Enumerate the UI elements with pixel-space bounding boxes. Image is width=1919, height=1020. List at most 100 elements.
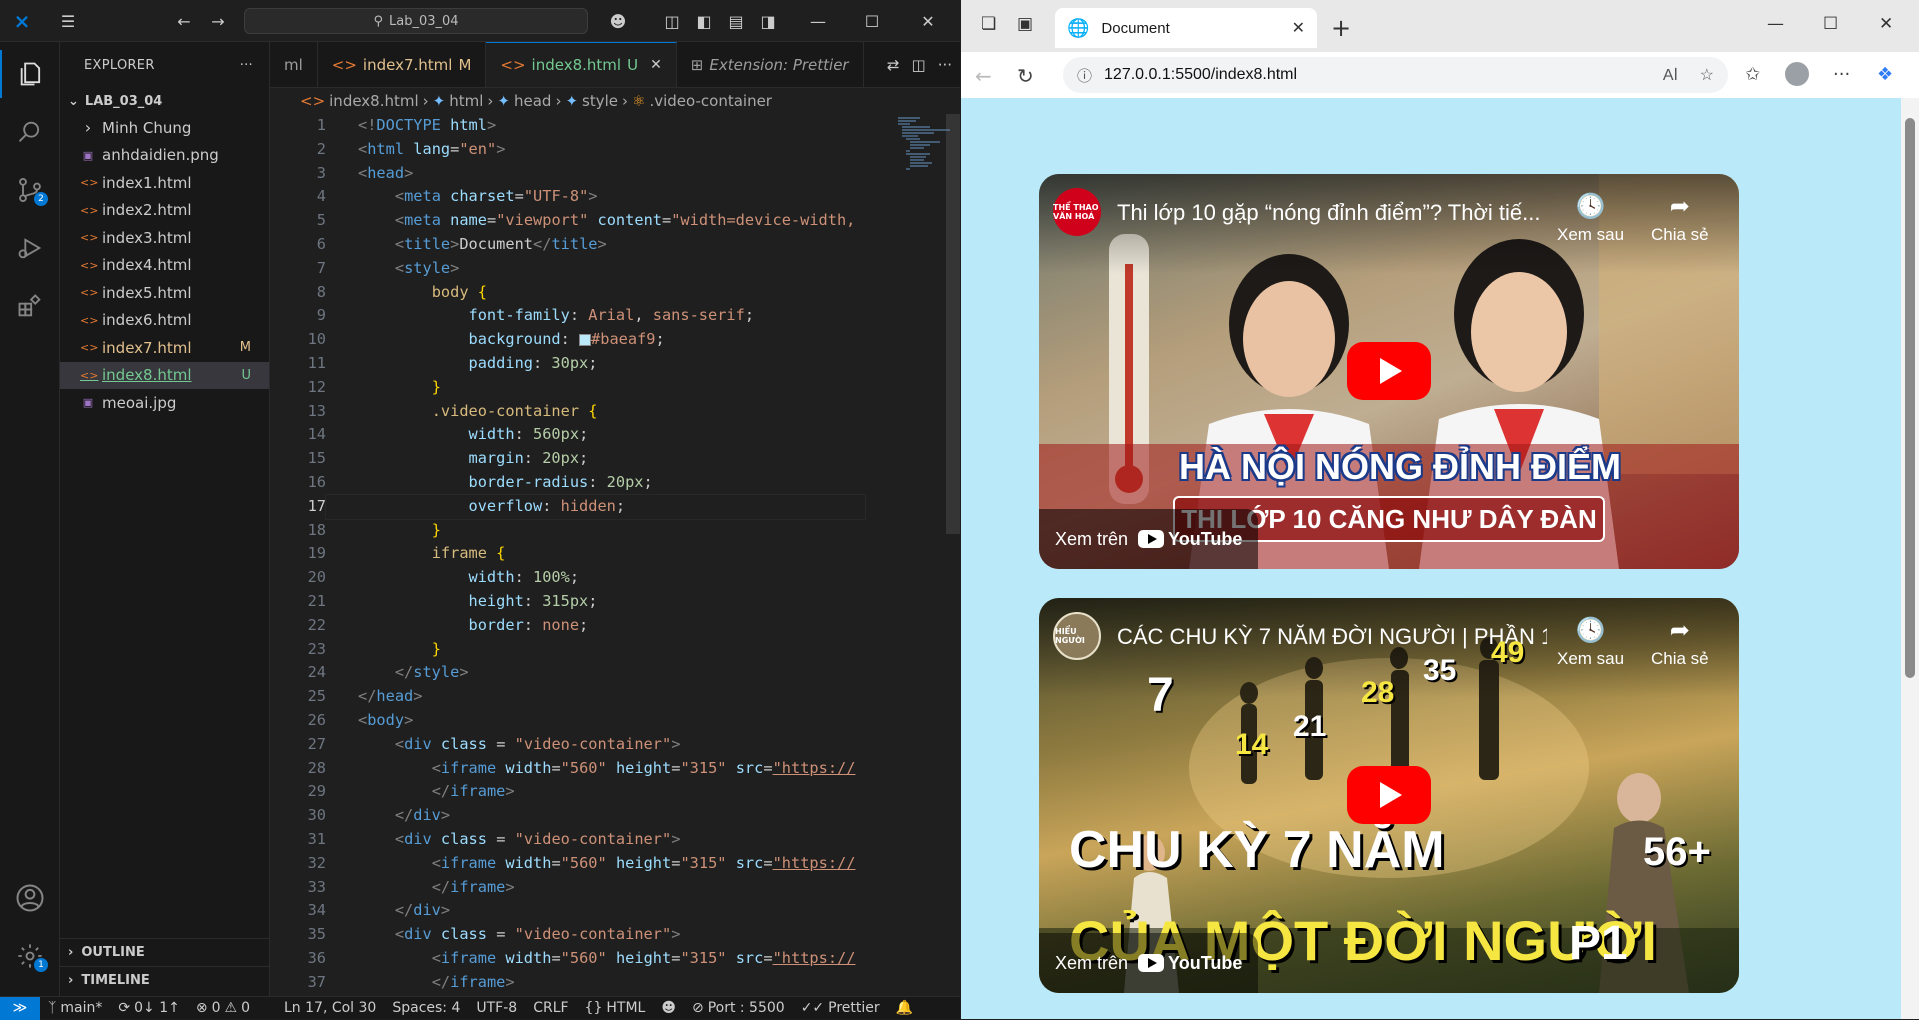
toggle-panel-icon[interactable]: ▤	[724, 11, 748, 31]
watch-later-button[interactable]: 🕓 Xem sau	[1557, 192, 1624, 245]
run-debug-icon[interactable]	[0, 224, 60, 272]
split-editor-icon[interactable]: ◫	[912, 56, 926, 74]
maximize-icon[interactable]: ☐	[860, 11, 884, 31]
watch-later-button[interactable]: 🕓 Xem sau	[1557, 616, 1624, 669]
layout-icon[interactable]: ◫	[660, 11, 684, 31]
watch-on-youtube[interactable]: Xem trên YouTube	[1039, 509, 1259, 569]
more-actions-icon[interactable]: ···	[938, 56, 952, 74]
workspaces-icon[interactable]: ❏	[981, 14, 996, 34]
live-server-port[interactable]: ⊘ Port : 5500	[684, 1000, 793, 1016]
indentation[interactable]: Spaces: 4	[384, 1000, 468, 1016]
breadcrumb-item[interactable]: index8.html	[329, 92, 419, 110]
watch-on-youtube[interactable]: Xem trên YouTube	[1039, 933, 1259, 993]
play-button[interactable]	[1347, 766, 1431, 824]
new-tab-icon[interactable]: +	[1331, 14, 1351, 42]
branch-status[interactable]: ᛉ main*	[40, 1000, 110, 1016]
close-tab-icon[interactable]: ✕	[650, 57, 662, 73]
extensions-icon[interactable]	[0, 282, 60, 330]
tab-title: Document	[1101, 19, 1170, 37]
accounts-icon[interactable]	[0, 874, 60, 922]
remote-icon[interactable]: ≫	[0, 996, 40, 1020]
line-number: 33	[307, 877, 326, 896]
channel-logo[interactable]: THỂ THAO VĂN HOÁ	[1053, 188, 1101, 236]
play-button[interactable]	[1347, 342, 1431, 400]
share-button[interactable]: ➦ Chia sẻ	[1651, 192, 1709, 245]
tree-file[interactable]: <> index1.html	[60, 169, 269, 197]
scrollbar-thumb[interactable]	[1905, 118, 1915, 678]
settings-more-icon[interactable]: ···	[1833, 64, 1850, 85]
timeline-section[interactable]: › TIMELINE	[60, 966, 270, 993]
back-arrow-icon[interactable]: ←	[172, 11, 196, 31]
line-number: 5	[316, 211, 326, 230]
video-title[interactable]: Thi lớp 10 gặp “nóng đỉnh điểm”? Thời ti…	[1117, 200, 1547, 226]
close-window-icon[interactable]: ✕	[1879, 14, 1893, 34]
breadcrumb-item[interactable]: style	[582, 92, 618, 110]
address-bar[interactable]: ⓘ 127.0.0.1:5500/index8.html Aا ☆	[1063, 57, 1728, 93]
copilot-icon[interactable]: ❖	[1877, 64, 1893, 85]
prettier-status[interactable]: ✓✓ Prettier	[793, 1000, 888, 1016]
forward-arrow-icon[interactable]: →	[206, 11, 230, 31]
read-aloud-icon[interactable]: Aا	[1663, 65, 1678, 85]
close-icon[interactable]: ✕	[916, 11, 940, 31]
copilot-status-icon[interactable]: ☻	[653, 1000, 684, 1016]
browser-tab-document[interactable]: 🌐 Document ✕	[1055, 8, 1317, 48]
video-embed-1[interactable]: THỂ THAO VĂN HOÁ Thi lớp 10 gặp “nóng đỉ…	[1039, 174, 1739, 569]
line-number: 29	[307, 782, 326, 801]
explorer-icon[interactable]	[0, 50, 60, 98]
breadcrumb-item[interactable]: .video-container	[649, 92, 772, 110]
maximize-icon[interactable]: ☐	[1823, 14, 1838, 34]
settings-gear-icon[interactable]: 1	[0, 932, 60, 980]
favorite-star-icon[interactable]: ☆	[1700, 65, 1714, 85]
toggle-sidebar-icon[interactable]: ◧	[692, 11, 716, 31]
search-view-icon[interactable]	[0, 108, 60, 156]
minimize-icon[interactable]: —	[806, 11, 830, 31]
tab-index8[interactable]: <> index8.html U ✕	[486, 42, 677, 87]
refresh-icon[interactable]: ↻	[1017, 64, 1034, 88]
workspace-folder[interactable]: ⌄ LAB_03_04	[60, 88, 269, 114]
favorites-icon[interactable]: ✩	[1745, 64, 1760, 85]
copilot-icon[interactable]: ☻	[606, 11, 630, 31]
cursor-position[interactable]: Ln 17, Col 30	[276, 1000, 384, 1016]
command-center-search[interactable]: ⚲ Lab_03_04	[244, 8, 588, 34]
source-control-icon[interactable]: 2	[0, 166, 60, 214]
back-icon[interactable]: ←	[975, 64, 992, 88]
page-scrollbar[interactable]	[1901, 98, 1919, 1019]
tree-file[interactable]: <> index3.html	[60, 224, 269, 252]
breadcrumb-item[interactable]: html	[449, 92, 483, 110]
tree-file[interactable]: <> index4.html	[60, 252, 269, 280]
minimize-icon[interactable]: —	[1767, 14, 1784, 34]
menu-icon[interactable]: ☰	[56, 11, 80, 31]
editor-scrollbar[interactable]	[946, 114, 960, 534]
tree-file[interactable]: ▣ meoai.jpg	[60, 389, 269, 417]
tree-folder[interactable]: › Minh Chung	[60, 114, 269, 142]
code-editor[interactable]: 1 <!DOCTYPE html> 2 <html lang="en"> 3 <hea…	[270, 114, 890, 994]
video-title[interactable]: CÁC CHU KỲ 7 NĂM ĐỜI NGƯỜI | PHẦN 1...	[1117, 624, 1547, 650]
encoding[interactable]: UTF-8	[468, 1000, 525, 1016]
close-tab-icon[interactable]: ✕	[1292, 18, 1305, 38]
tab-actions-icon[interactable]: ▣	[1017, 14, 1033, 34]
problems-status[interactable]: ⊗ 0 ⚠ 0	[188, 1000, 258, 1016]
compare-icon[interactable]: ⇄	[887, 56, 900, 74]
tab-index7[interactable]: <> index7.html M	[318, 42, 487, 87]
outline-section[interactable]: › OUTLINE	[60, 938, 270, 965]
profile-avatar[interactable]	[1785, 62, 1809, 86]
share-button[interactable]: ➦ Chia sẻ	[1651, 616, 1709, 669]
breadcrumb-item[interactable]: head	[514, 92, 551, 110]
tree-file[interactable]: <> index5.html	[60, 279, 269, 307]
tree-file[interactable]: <> index7.html M	[60, 334, 269, 362]
end-of-line[interactable]: CRLF	[525, 1000, 576, 1016]
video-embed-2[interactable]: HIỂU NGƯỜI CÁC CHU KỲ 7 NĂM ĐỜI NGƯỜI | …	[1039, 598, 1739, 993]
tab-partial[interactable]: ml	[270, 42, 318, 87]
channel-logo[interactable]: HIỂU NGƯỜI	[1053, 612, 1101, 660]
more-actions-icon[interactable]: ···	[240, 58, 253, 73]
language-mode[interactable]: {} HTML	[577, 1000, 654, 1016]
color-swatch[interactable]	[579, 333, 592, 346]
sync-status[interactable]: ⟳ 0↓ 1↑	[110, 1000, 187, 1016]
tree-file[interactable]: <> index2.html	[60, 197, 269, 225]
toggle-secondary-sidebar-icon[interactable]: ◨	[756, 11, 780, 31]
tab-extension-prettier[interactable]: ⊞ Extension: Prettier	[677, 42, 864, 87]
notifications-bell-icon[interactable]: 🔔	[888, 1000, 921, 1016]
tree-file[interactable]: ▣ anhdaidien.png	[60, 142, 269, 170]
tree-file[interactable]: <> index6.html	[60, 307, 269, 335]
tree-file[interactable]: <> index8.html U	[60, 361, 269, 389]
